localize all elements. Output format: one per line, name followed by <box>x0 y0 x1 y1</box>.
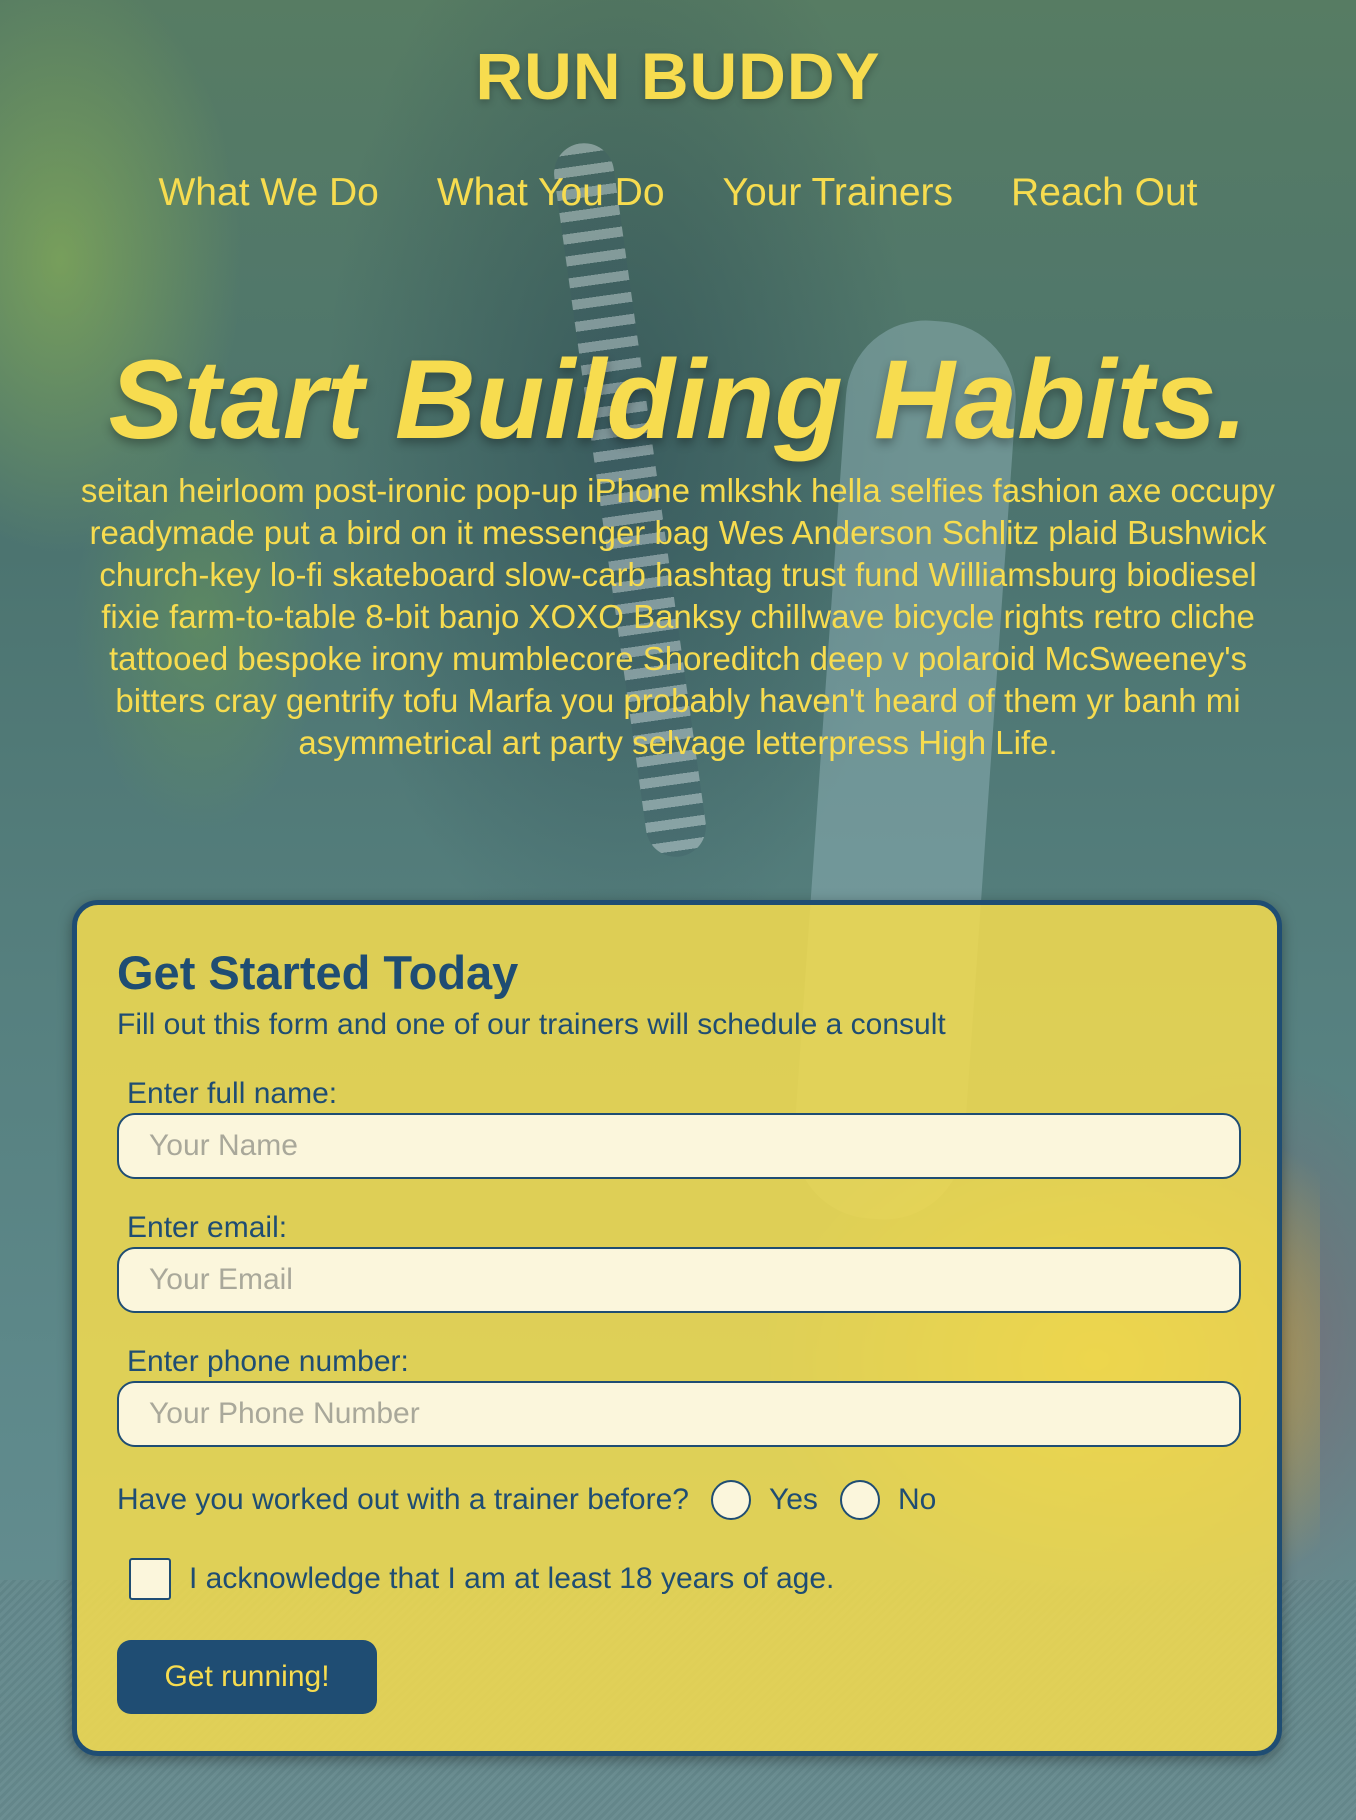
nav-item-reach-out[interactable]: Reach Out <box>1011 168 1197 218</box>
main-nav: What We Do What You Do Your Trainers Rea… <box>0 168 1356 218</box>
age-checkbox[interactable] <box>129 1558 171 1600</box>
radio-yes[interactable] <box>710 1480 751 1520</box>
form-title: Get Started Today <box>117 946 519 999</box>
radio-no[interactable] <box>839 1480 880 1520</box>
submit-button[interactable]: Get running! <box>117 1640 377 1714</box>
hero-paragraph: seitan heirloom post-ironic pop-up iPhon… <box>80 472 1276 761</box>
age-acknowledgement: I acknowledge that I am at least 18 year… <box>129 1557 834 1601</box>
radio-yes-label[interactable]: Yes <box>769 1483 818 1517</box>
name-input[interactable] <box>117 1113 1241 1179</box>
age-checkbox-label[interactable]: I acknowledge that I am at least 18 year… <box>189 1562 834 1596</box>
nav-item-what-we-do[interactable]: What We Do <box>159 168 379 218</box>
email-field-label: Enter email: <box>127 1211 288 1244</box>
trainer-experience-radio-group: Have you worked out with a trainer befor… <box>117 1475 958 1525</box>
radio-no-label[interactable]: No <box>898 1483 936 1517</box>
site-title[interactable]: RUN BUDDY <box>0 38 1356 114</box>
signup-form: Get Started Today Fill out this form and… <box>72 900 1282 1756</box>
form-subtitle: Fill out this form and one of our traine… <box>117 1008 946 1041</box>
email-input[interactable] <box>117 1247 1241 1313</box>
nav-item-your-trainers[interactable]: Your Trainers <box>723 168 954 218</box>
trainer-experience-question: Have you worked out with a trainer befor… <box>117 1483 689 1516</box>
phone-input[interactable] <box>117 1381 1241 1447</box>
hero-heading: Start Building Habits. <box>108 337 1248 462</box>
name-field-label: Enter full name: <box>127 1077 338 1110</box>
nav-item-what-you-do[interactable]: What You Do <box>437 168 665 218</box>
phone-field-label: Enter phone number: <box>127 1345 409 1378</box>
